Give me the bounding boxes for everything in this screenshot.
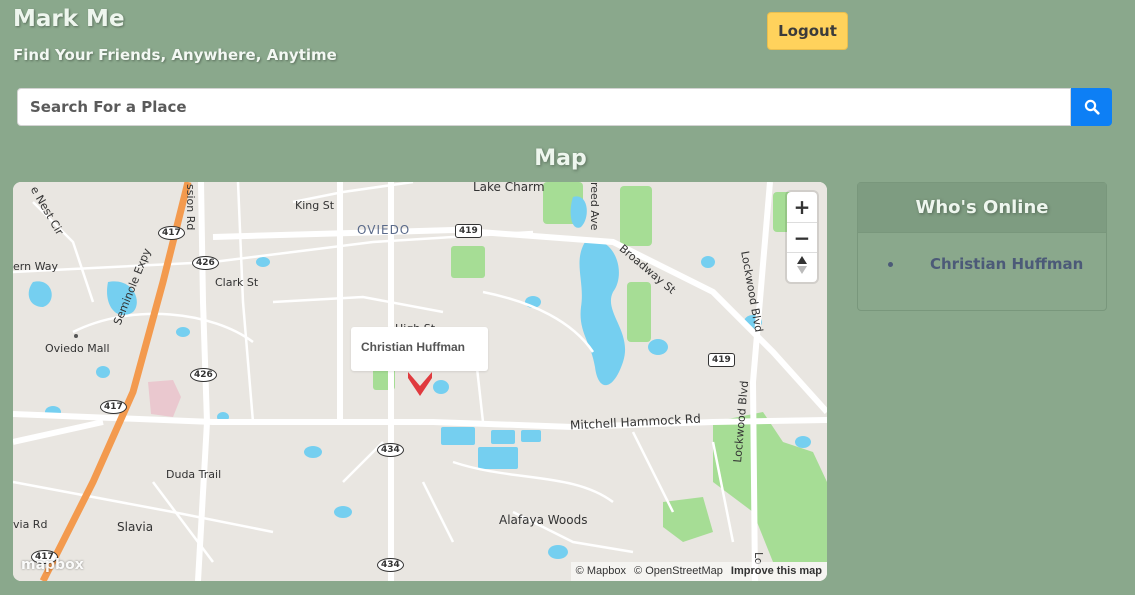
map[interactable]: Lake Charm OVIEDO King St Clark St High … [13, 182, 827, 581]
route-shield-419-b: 419 [708, 353, 735, 367]
label-oviedo: OVIEDO [357, 223, 411, 237]
route-shield-434-b: 434 [377, 558, 404, 572]
online-users-panel: Who's Online Christian Huffman [857, 182, 1107, 311]
label-clark-st: Clark St [215, 276, 259, 289]
label-ssion-rd: ssion Rd [184, 184, 197, 231]
label-reed-ave: reed Ave [588, 182, 601, 231]
user-popup[interactable]: Christian Huffman [351, 327, 488, 371]
search-bar [17, 88, 1112, 126]
label-duda-trail: Duda Trail [166, 468, 222, 481]
online-panel-title: Who's Online [858, 183, 1106, 233]
route-shield-426-a: 426 [192, 256, 219, 270]
zoom-out-button[interactable]: − [787, 222, 817, 252]
route-shield-419-a: 419 [455, 224, 482, 238]
attribution-osm-link[interactable]: © OpenStreetMap [634, 565, 723, 577]
search-input[interactable] [17, 88, 1071, 126]
online-users-list: Christian Huffman [858, 255, 1106, 273]
map-section-title: Map [534, 146, 587, 171]
attribution-mapbox-link[interactable]: © Mapbox [576, 565, 626, 577]
compass-icon [797, 256, 807, 274]
search-button[interactable] [1071, 88, 1112, 126]
popup-user-name: Christian Huffman [361, 340, 466, 354]
label-via-rd: via Rd [13, 518, 48, 531]
route-shield-434-a: 434 [377, 443, 404, 457]
label-lake-charm: Lake Charm [473, 182, 545, 194]
label-ern-way: ern Way [13, 260, 58, 273]
search-icon [1084, 99, 1100, 115]
mapbox-logo[interactable]: mapbox [21, 557, 84, 573]
route-shield-417-a: 417 [158, 226, 185, 240]
route-shield-417-b: 417 [100, 400, 127, 414]
zoom-in-button[interactable]: + [787, 192, 817, 222]
online-user-item[interactable]: Christian Huffman [904, 255, 1106, 273]
app-tagline: Find Your Friends, Anywhere, Anytime [13, 46, 337, 64]
label-king-st: King St [295, 199, 335, 212]
improve-map-link[interactable]: Improve this map [731, 565, 822, 577]
compass-button[interactable] [787, 252, 817, 282]
label-oviedo-mall: Oviedo Mall [45, 342, 110, 355]
app-title: Mark Me [13, 6, 125, 32]
label-alafaya-woods: Alafaya Woods [499, 513, 588, 527]
logout-button[interactable]: Logout [767, 12, 848, 50]
map-controls: + − [787, 192, 817, 282]
label-slavia: Slavia [117, 520, 154, 534]
map-attribution: © Mapbox © OpenStreetMap Improve this ma… [570, 562, 827, 581]
route-shield-426-b: 426 [190, 368, 217, 382]
